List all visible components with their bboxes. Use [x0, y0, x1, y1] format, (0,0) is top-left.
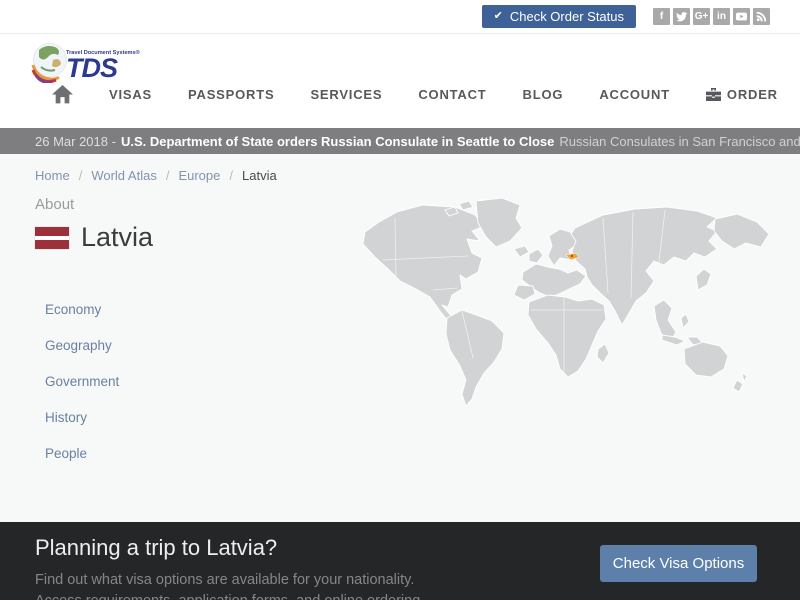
rss-icon[interactable]: [753, 8, 770, 25]
nav-item-services[interactable]: SERVICES: [310, 87, 382, 102]
logo-name: TDS: [66, 53, 118, 83]
country-name: Latvia: [81, 222, 154, 252]
social-links: f G+ in: [653, 8, 770, 25]
main-navigation: VISAS PASSPORTS SERVICES CONTACT BLOG AC…: [52, 85, 778, 104]
section-link-people[interactable]: People: [45, 446, 119, 461]
news-ticker[interactable]: 26 Mar 2018 - U.S. Department of State o…: [0, 128, 800, 154]
nav-home-button[interactable]: [52, 85, 73, 104]
page: ✔ Check Order Status f G+ in Travel Docu…: [0, 0, 800, 600]
twitter-bird-glyph: [676, 12, 687, 22]
rss-glyph: [756, 11, 767, 22]
breadcrumb: Home / World Atlas / Europe / Latvia: [35, 168, 277, 183]
twitter-icon[interactable]: [673, 8, 690, 25]
site-header: Travel Document Systems® TDS VISAS PASSP…: [0, 35, 800, 128]
linkedin-glyph: in: [717, 11, 726, 22]
nav-order-label: ORDER: [726, 87, 778, 102]
youtube-play-glyph: [736, 12, 747, 21]
country-heading: Latvia: [35, 222, 153, 253]
breadcrumb-separator: /: [229, 168, 233, 183]
section-link-geography[interactable]: Geography: [45, 338, 119, 353]
breadcrumb-europe[interactable]: Europe: [178, 168, 220, 183]
check-order-status-label: Check Order Status: [509, 9, 624, 24]
nav-item-blog[interactable]: BLOG: [523, 87, 564, 102]
footer-cta-band: Planning a trip to Latvia? Find out what…: [0, 522, 800, 600]
breadcrumb-world-atlas[interactable]: World Atlas: [91, 168, 157, 183]
facebook-icon[interactable]: f: [653, 8, 670, 25]
world-map: [362, 197, 800, 413]
news-teaser: Russian Consulates in San Francisco and …: [559, 133, 800, 149]
nav-item-account[interactable]: ACCOUNT: [599, 87, 670, 102]
map-highlight-dot: [570, 254, 574, 258]
top-utility-bar: ✔ Check Order Status f G+ in: [0, 0, 800, 34]
nav-item-visas[interactable]: VISAS: [109, 87, 152, 102]
section-link-government[interactable]: Government: [45, 374, 119, 389]
footer-line2: Access requirements, application forms, …: [35, 591, 800, 600]
about-label: About: [35, 196, 75, 213]
section-links: Economy Geography Government History Peo…: [45, 302, 119, 461]
googleplus-glyph: G+: [694, 11, 709, 22]
latvia-flag-icon: [35, 226, 69, 249]
check-order-status-button[interactable]: ✔ Check Order Status: [481, 5, 636, 28]
linkedin-icon[interactable]: in: [713, 8, 730, 25]
news-date: 26 Mar 2018 -: [35, 133, 116, 149]
nav-item-contact[interactable]: CONTACT: [418, 87, 486, 102]
youtube-icon[interactable]: [733, 8, 750, 25]
facebook-glyph: f: [659, 11, 664, 22]
section-link-economy[interactable]: Economy: [45, 302, 119, 317]
tds-logo[interactable]: Travel Document Systems® TDS: [30, 39, 142, 88]
main-content: Home / World Atlas / Europe / Latvia Abo…: [0, 154, 800, 522]
nav-item-order[interactable]: ORDER: [705, 87, 778, 102]
section-link-history[interactable]: History: [45, 410, 119, 425]
breadcrumb-separator: /: [165, 168, 170, 183]
briefcase-icon: [705, 88, 721, 101]
home-icon: [52, 85, 73, 104]
googleplus-icon[interactable]: G+: [693, 8, 710, 25]
check-visa-options-button[interactable]: Check Visa Options: [600, 545, 757, 582]
nav-item-passports[interactable]: PASSPORTS: [188, 87, 274, 102]
news-headline: U.S. Department of State orders Russian …: [120, 133, 555, 149]
breadcrumb-current: Latvia: [242, 168, 277, 183]
check-icon: ✔: [493, 10, 503, 22]
breadcrumb-separator: /: [78, 168, 83, 183]
breadcrumb-home[interactable]: Home: [35, 168, 70, 183]
